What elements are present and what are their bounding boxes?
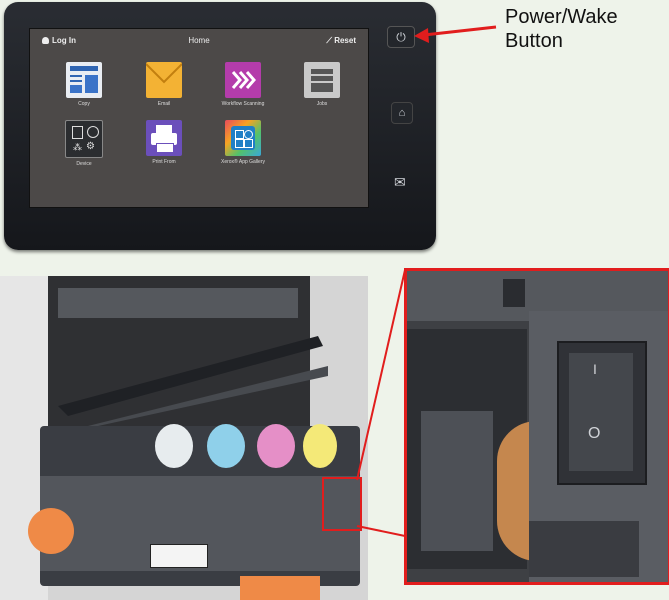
main-power-switch-closeup: I O [404, 268, 669, 585]
app-gallery-label: Xerox® App Gallery [221, 159, 265, 165]
control-panel: Log In Home ⟋ Reset Copy Email Workflow … [4, 2, 436, 250]
home-title: Home [188, 36, 210, 45]
warning-label [150, 544, 208, 568]
copy-label: Copy [78, 101, 90, 107]
jobs-app[interactable]: Jobs [292, 62, 352, 107]
cyan-toner [207, 424, 245, 468]
device-app[interactable]: ⁂ ⚙ Device [54, 120, 114, 167]
workflow-scanning-app[interactable]: Workflow Scanning [213, 62, 273, 107]
copy-app[interactable]: Copy [54, 62, 114, 107]
home-icon: ⌂ [398, 107, 406, 119]
annotation-line-2: Button [505, 30, 563, 52]
power-icon: ⏻ [396, 30, 406, 44]
device-label: Device [76, 161, 92, 167]
black-toner [155, 424, 193, 468]
yellow-toner [303, 424, 337, 468]
jobs-icon [304, 62, 340, 98]
device-icon: ⁂ ⚙ [65, 120, 103, 158]
orange-knob [28, 508, 74, 554]
print-from-label: Print From [152, 159, 176, 165]
printer-photo [0, 276, 368, 600]
copy-icon [66, 62, 102, 98]
app-gallery-app[interactable]: Xerox® App Gallery [213, 120, 273, 165]
print-from-app[interactable]: Print From [134, 120, 194, 165]
annotation-line-1: Power/Wake [505, 6, 618, 28]
email-label: Email [157, 101, 171, 107]
home-button[interactable]: ⌂ [391, 102, 413, 124]
magenta-toner [257, 424, 295, 468]
print-from-icon [146, 120, 182, 156]
email-app[interactable]: Email [134, 62, 194, 107]
touch-screen: Log In Home ⟋ Reset Copy Email Workflow … [29, 28, 369, 208]
screen-top-bar: Log In Home ⟋ Reset [30, 29, 368, 51]
switch-on-symbol: I [593, 361, 597, 377]
power-wake-annotation: Power/Wake Button [505, 5, 618, 53]
jobs-label: Jobs [316, 101, 328, 107]
reset-button[interactable]: ⟋ Reset [326, 36, 356, 46]
reset-label: Reset [334, 36, 356, 45]
email-icon [146, 62, 182, 98]
switch-off-symbol: O [588, 425, 601, 442]
nfc-icon: ✉ [394, 174, 406, 190]
annotation-arrow [414, 25, 497, 43]
rocker-switch[interactable]: I O [557, 341, 647, 485]
zoom-connector-lines [356, 269, 406, 537]
workflow-scanning-label: Workflow Scanning [221, 101, 265, 107]
workflow-scanning-icon [225, 62, 261, 98]
app-gallery-icon [225, 120, 261, 156]
